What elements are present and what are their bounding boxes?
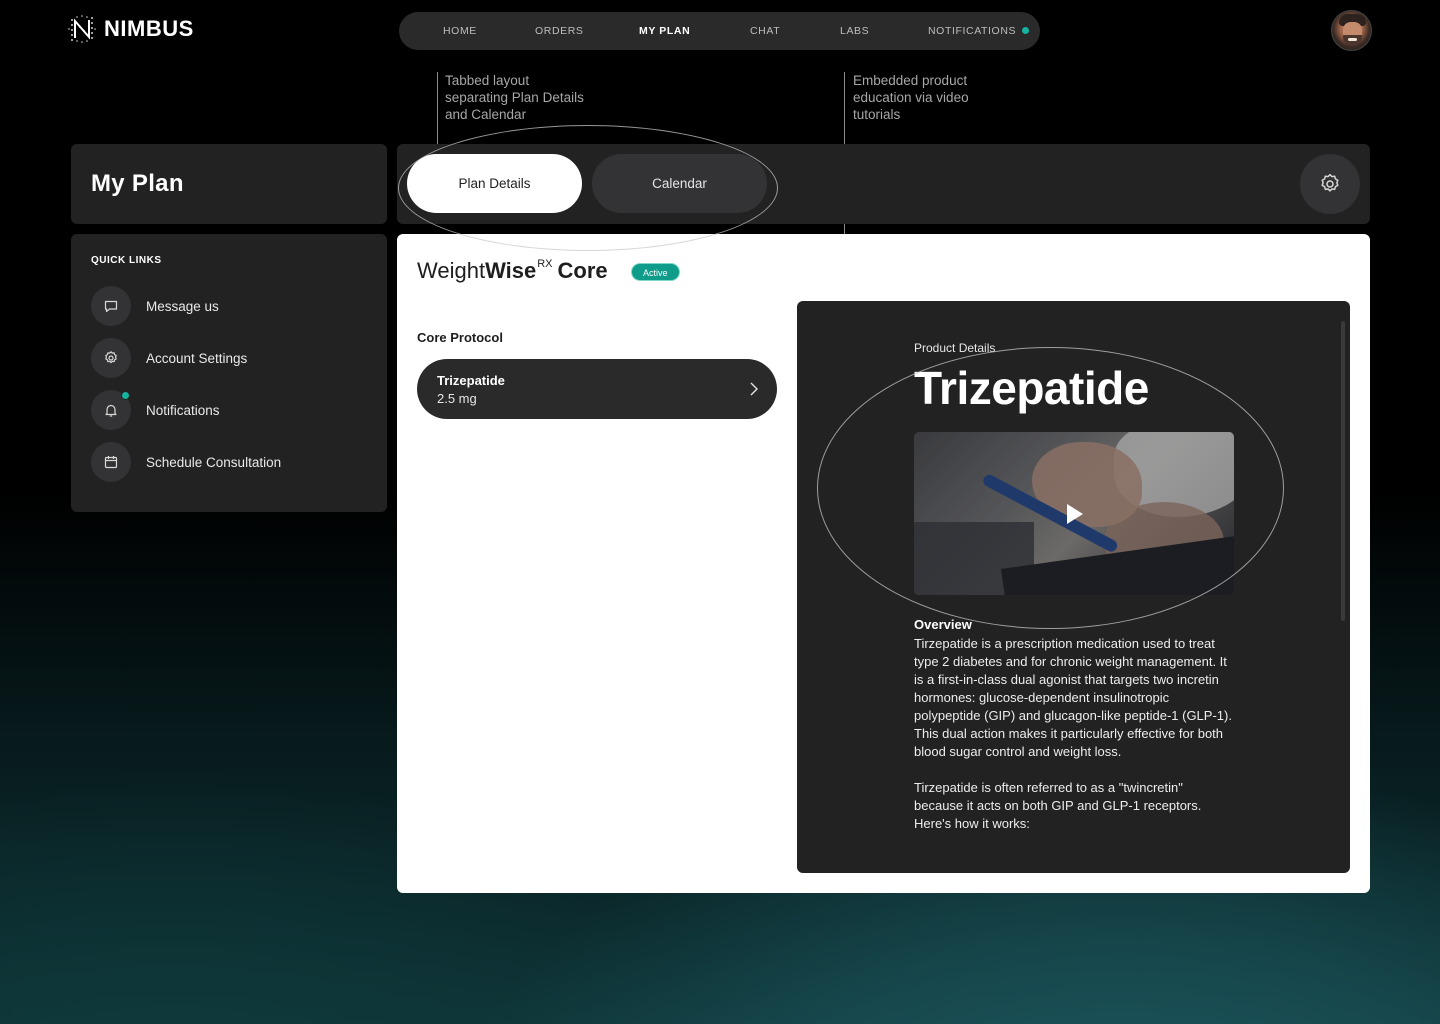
- plan-title-light: Weight: [417, 258, 486, 283]
- quick-link-notifications[interactable]: Notifications: [91, 390, 220, 430]
- product-details-label: Product Details: [914, 341, 996, 355]
- product-details-panel: Product Details Trizepatide Overview Tir…: [797, 301, 1350, 873]
- nimbus-logo-icon: [68, 15, 96, 43]
- quick-link-label: Notifications: [146, 402, 220, 418]
- plan-title-bold: Wise: [485, 258, 537, 283]
- nav-orders[interactable]: ORDERS: [535, 12, 584, 50]
- tab-calendar[interactable]: Calendar: [592, 154, 767, 213]
- calendar-icon: [91, 442, 131, 482]
- bell-icon: [91, 390, 131, 430]
- quick-link-label: Message us: [146, 298, 219, 314]
- gear-icon: [1321, 173, 1339, 192]
- medication-name: Trizepatide: [437, 373, 505, 388]
- tab-plan-details[interactable]: Plan Details: [407, 154, 582, 213]
- annotation-video: Embedded product education via video tut…: [853, 73, 969, 122]
- play-icon[interactable]: [1062, 502, 1086, 526]
- nav-chat[interactable]: CHAT: [750, 12, 780, 50]
- quick-link-label: Schedule Consultation: [146, 454, 282, 470]
- brand-name: NIMBUS: [104, 16, 194, 41]
- nav-labs[interactable]: LABS: [840, 12, 869, 50]
- overview-body: Tirzepatide is a prescription medication…: [914, 635, 1234, 851]
- chevron-right-icon: [750, 382, 758, 396]
- plan-title-sup: RX: [537, 258, 553, 270]
- quick-links-title: QUICK LINKS: [91, 255, 162, 266]
- scrollbar[interactable]: [1341, 321, 1345, 621]
- overview-title: Overview: [914, 617, 972, 632]
- page-title-panel: My Plan: [71, 144, 387, 224]
- status-badge: Active: [631, 263, 680, 281]
- page-title: My Plan: [91, 170, 184, 197]
- overview-paragraph: Tirzepatide is a prescription medication…: [914, 636, 1232, 759]
- quick-link-message-us[interactable]: Message us: [91, 286, 219, 326]
- product-video[interactable]: [914, 432, 1234, 595]
- nav-my-plan[interactable]: MY PLAN: [639, 12, 690, 50]
- user-avatar[interactable]: [1331, 10, 1372, 51]
- settings-button[interactable]: [1300, 154, 1360, 214]
- medication-dose: 2.5 mg: [437, 391, 477, 406]
- gear-icon: [91, 338, 131, 378]
- notification-badge: [121, 391, 130, 400]
- core-protocol-title: Core Protocol: [417, 330, 503, 345]
- annotation-tabs: Tabbed layout separating Plan Details an…: [445, 73, 584, 122]
- quick-link-account-settings[interactable]: Account Settings: [91, 338, 247, 378]
- nav-notifications[interactable]: NOTIFICATIONS: [928, 12, 1030, 50]
- quick-link-label: Account Settings: [146, 350, 248, 366]
- overview-paragraph: Tirzepatide is often referred to as a "t…: [914, 780, 1202, 831]
- chat-bubble-icon: [91, 286, 131, 326]
- plan-title: WeightWiseRX Core: [417, 258, 608, 284]
- notification-dot-icon: [1022, 27, 1030, 34]
- medication-card[interactable]: Trizepatide 2.5 mg: [417, 359, 777, 419]
- product-name: Trizepatide: [914, 362, 1149, 414]
- nav-home[interactable]: HOME: [443, 12, 477, 50]
- quick-link-schedule-consultation[interactable]: Schedule Consultation: [91, 442, 281, 482]
- nav-notifications-label: NOTIFICATIONS: [928, 25, 1017, 37]
- tab-bar: Plan Details Calendar: [397, 144, 1370, 224]
- plan-content: WeightWiseRX Core Active Core Protocol Tr…: [397, 234, 1370, 893]
- quick-links-panel: QUICK LINKS Message us Account Settings …: [71, 234, 387, 512]
- plan-title-suffix: Core: [557, 258, 608, 283]
- avatar-smile: [1348, 38, 1357, 41]
- brand-logo[interactable]: NIMBUS: [68, 14, 194, 44]
- top-navigation: HOME ORDERS MY PLAN CHAT LABS NOTIFICATI…: [399, 12, 1040, 50]
